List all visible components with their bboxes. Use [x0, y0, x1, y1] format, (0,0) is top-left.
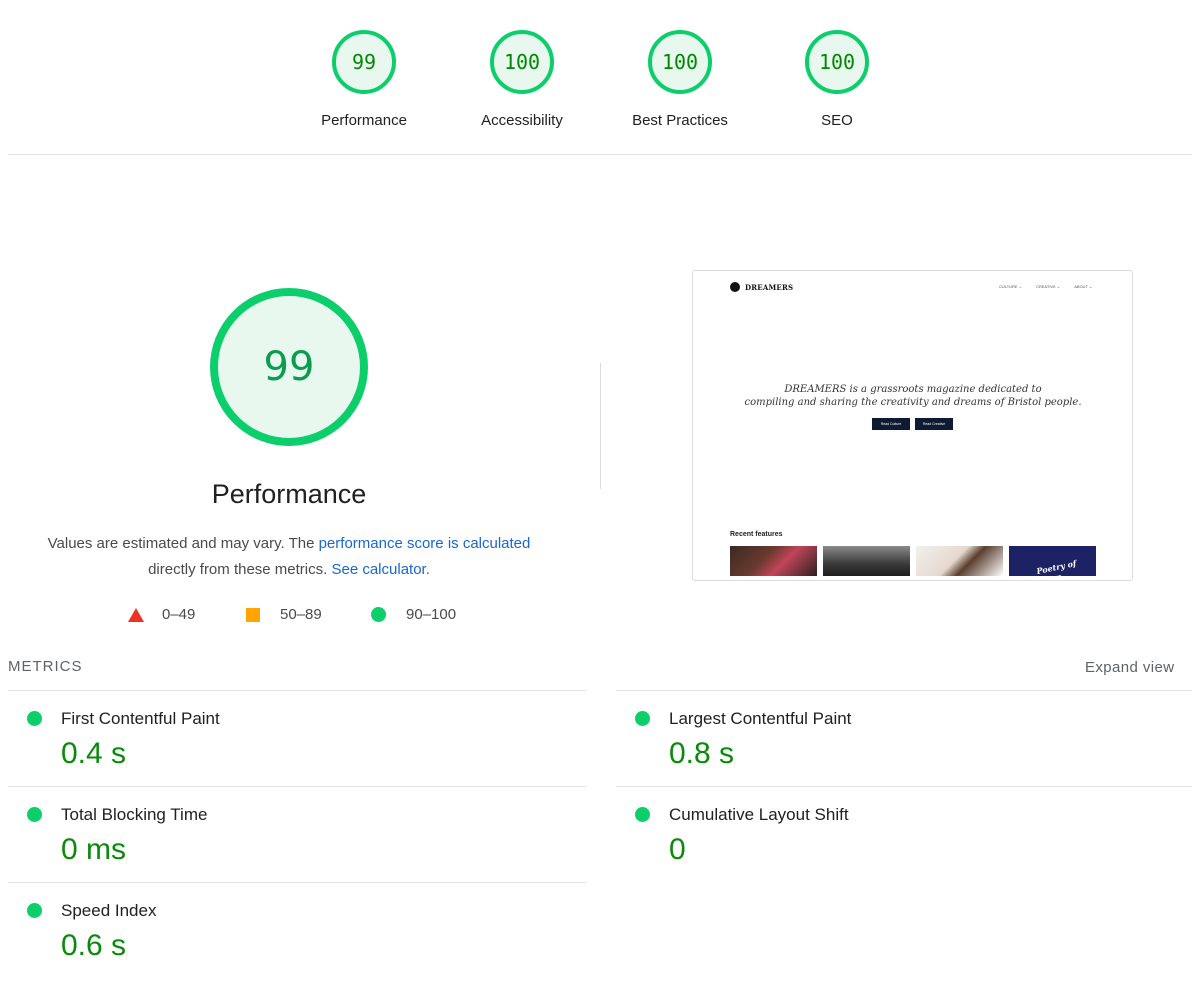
gauge-best-practices[interactable]: 100 Best Practices	[620, 30, 740, 129]
screenshot-button: Read Culture	[872, 418, 910, 430]
legend-average: 50–89	[246, 606, 322, 623]
category-gauges: 99 Performance 100 Accessibility 100 Bes…	[0, 30, 1200, 140]
square-icon	[246, 607, 260, 622]
screenshot-recent-label: Recent features	[730, 531, 783, 538]
feature-image	[916, 546, 1003, 576]
score-legend: 0–49 50–89 90–100	[0, 606, 600, 630]
metric-title: Largest Contentful Paint	[669, 709, 852, 728]
gauge-seo-score: 100	[805, 30, 869, 94]
final-screenshot[interactable]: DREAMERS CULTURE ⌄ CREATIVE ⌄ ABOUT ⌄ DR…	[692, 270, 1133, 581]
feature-image	[730, 546, 817, 576]
screenshot-buttons: Read Culture Read Creative	[872, 418, 953, 430]
legend-fail-label: 0–49	[162, 606, 196, 623]
metric-title: Speed Index	[61, 901, 157, 920]
metric-first-contentful-paint: First Contentful Paint 0.4 s	[8, 691, 568, 787]
screenshot-nav-item: CREATIVE ⌄	[1036, 284, 1061, 289]
performance-gauge: 99	[210, 288, 368, 446]
gauge-best-practices-label: Best Practices	[632, 112, 728, 129]
metric-title: Total Blocking Time	[61, 805, 208, 824]
moon-icon	[730, 282, 740, 292]
gauge-performance-label: Performance	[321, 112, 407, 129]
metric-largest-contentful-paint: Largest Contentful Paint 0.8 s	[616, 691, 1176, 787]
metrics-header: METRICS	[8, 658, 83, 675]
screenshot-nav: CULTURE ⌄ CREATIVE ⌄ ABOUT ⌄	[999, 284, 1092, 289]
screenshot-tagline: DREAMERS is a grassroots magazine dedica…	[713, 383, 1113, 409]
metric-title: Cumulative Layout Shift	[669, 805, 849, 824]
tagline-line2: compiling and sharing the creativity and…	[744, 397, 1082, 408]
gauge-performance[interactable]: 99 Performance	[304, 30, 424, 129]
performance-title: Performance	[211, 479, 367, 509]
tagline-line1: DREAMERS is a grassroots magazine dedica…	[784, 384, 1042, 395]
legend-average-label: 50–89	[280, 606, 322, 623]
metric-value: 0.8 s	[669, 737, 735, 770]
pass-circle-icon	[635, 807, 650, 822]
gauge-performance-score: 99	[332, 30, 396, 94]
pass-circle-icon	[635, 711, 650, 726]
screenshot-nav-item: ABOUT ⌄	[1074, 284, 1093, 289]
pass-circle-icon	[27, 903, 42, 918]
triangle-icon	[128, 607, 144, 622]
gauge-accessibility[interactable]: 100 Accessibility	[462, 30, 582, 129]
feature-image: Poetry of sleep	[1009, 546, 1096, 576]
top-divider	[8, 154, 1192, 155]
pass-circle-icon	[27, 711, 42, 726]
legend-pass-label: 90–100	[406, 606, 457, 623]
desc-prefix: Values are estimated and may vary. The	[47, 535, 319, 552]
screenshot-nav-item: CULTURE ⌄	[999, 284, 1023, 289]
pass-circle-icon	[27, 807, 42, 822]
screenshot-logo-text: DREAMERS	[745, 282, 794, 292]
expand-view-toggle[interactable]: Expand view	[1085, 659, 1174, 676]
screenshot-logo: DREAMERS	[730, 282, 793, 292]
see-calculator-link[interactable]: See calculator.	[331, 561, 429, 578]
feature-image	[823, 546, 910, 576]
gauge-accessibility-score: 100	[490, 30, 554, 94]
gauge-seo-label: SEO	[821, 112, 853, 129]
feature-image-text: Poetry of sleep	[1035, 557, 1078, 576]
performance-description: Values are estimated and may vary. The p…	[28, 531, 550, 583]
gauge-seo[interactable]: 100 SEO	[777, 30, 897, 129]
screenshot-button: Read Creative	[915, 418, 953, 430]
metric-value: 0	[669, 833, 686, 866]
metric-value: 0.4 s	[61, 737, 127, 770]
legend-fail: 0–49	[128, 606, 195, 623]
metric-value: 0.6 s	[61, 929, 127, 962]
metric-total-blocking-time: Total Blocking Time 0 ms	[8, 787, 568, 883]
legend-pass: 90–100	[371, 606, 456, 623]
gauge-accessibility-label: Accessibility	[481, 112, 563, 129]
circle-icon	[371, 607, 386, 622]
score-calculated-link[interactable]: performance score is calculated	[319, 535, 531, 552]
metric-speed-index: Speed Index 0.6 s	[8, 883, 568, 979]
metric-value: 0 ms	[61, 833, 127, 866]
metric-cumulative-layout-shift: Cumulative Layout Shift 0	[616, 787, 1176, 883]
desc-middle: directly from these metrics.	[148, 561, 332, 578]
gauge-best-practices-score: 100	[648, 30, 712, 94]
metric-title: First Contentful Paint	[61, 709, 220, 728]
vertical-divider	[600, 363, 601, 489]
